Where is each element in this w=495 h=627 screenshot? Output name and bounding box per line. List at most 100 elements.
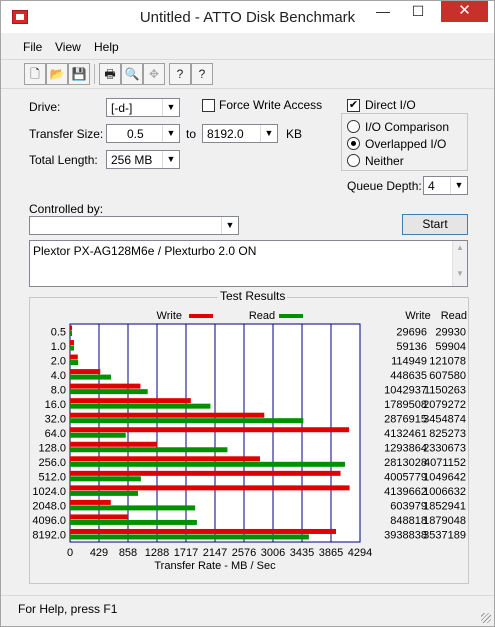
legend-write-label: Write [157,310,182,322]
force-write-access-label: Force Write Access [219,98,323,112]
menu-view[interactable]: View [55,40,81,54]
io-comparison-radio[interactable] [347,120,360,133]
write-bar [70,354,78,360]
write-bar [70,514,128,520]
write-bar [70,383,141,389]
write-value-label: 2813028 [384,457,427,469]
to-label: to [186,127,197,141]
read-value-label: 825273 [429,428,466,440]
x-tick-label: 3435 [290,547,314,559]
read-bar [70,345,75,351]
menu-help[interactable]: Help [94,40,119,54]
read-bar [70,374,112,380]
legend-write-swatch [189,314,213,318]
close-button[interactable]: ✕ [441,1,488,22]
scroll-down-icon[interactable]: ▼ [453,252,467,278]
category-label: 512.0 [38,472,66,484]
read-value-label: 29930 [435,326,466,338]
drive-select[interactable]: [-d-] ▼ [106,98,180,117]
description-textarea[interactable]: Plextor PX-AG128M6e / Plexturbo 2.0 ON ▲… [29,240,468,287]
resize-grip-icon[interactable] [481,613,491,623]
read-bar [70,403,211,409]
write-value-label: 448635 [390,370,427,382]
transfer-size-to-select[interactable]: 8192.0 ▼ [202,124,278,143]
write-value-label: 29696 [396,326,427,338]
x-tick-label: 3006 [261,547,285,559]
overlapped-io-radio[interactable] [347,137,360,150]
menu-file[interactable]: File [23,40,42,54]
x-tick-label: 1288 [145,547,169,559]
status-bar: For Help, press F1 [1,595,494,626]
scroll-up-icon[interactable]: ▲ [453,241,467,252]
x-tick-label: 1717 [174,547,198,559]
read-bar [70,461,345,467]
read-value-label: 1150263 [424,384,466,396]
write-value-label: 603979 [390,501,427,513]
category-label: 8.0 [51,384,66,396]
print-preview-icon[interactable]: 🔍 [121,63,143,85]
write-bar [70,441,158,447]
maximize-button[interactable]: ☐ [404,1,432,22]
context-help-icon[interactable]: ? [191,63,213,85]
start-button[interactable]: Start [402,214,468,235]
drive-label: Drive: [29,100,61,114]
legend-read-swatch [279,314,303,318]
direct-io-checkbox[interactable]: ✔ [347,99,360,112]
new-icon[interactable]: 🗋 [24,63,46,85]
chevron-down-icon: ▼ [260,125,277,142]
description-scrollbar[interactable]: ▲ ▼ [452,241,467,286]
read-value-label: 1006632 [423,486,466,498]
atto-window: Untitled - ATTO Disk Benchmark — ☐ ✕ Fil… [0,0,495,627]
queue-depth-value: 4 [428,179,435,193]
read-value-label: 1049642 [423,472,466,484]
write-value-label: 59136 [396,341,427,353]
minimize-button[interactable]: — [369,1,397,22]
total-length-select[interactable]: 256 MB ▼ [106,150,180,169]
title-bar[interactable]: Untitled - ATTO Disk Benchmark — ☐ ✕ [1,1,494,33]
write-value-label: 1789508 [384,399,427,411]
category-label: 8192.0 [32,530,66,542]
print-icon[interactable]: 🖶 [99,63,121,85]
queue-depth-select[interactable]: 4 ▼ [423,176,468,195]
x-tick-label: 2576 [232,547,256,559]
x-tick-label: 2147 [203,547,227,559]
save-icon[interactable]: 💾 [68,63,90,85]
category-label: 1024.0 [32,486,66,498]
category-label: 4096.0 [32,515,66,527]
read-bar [70,389,148,395]
write-bar [70,427,350,433]
read-bar [70,476,141,482]
overlapped-io-label: Overlapped I/O [365,137,447,151]
total-length-label: Total Length: [29,153,98,167]
write-value-label: 848818 [390,515,427,527]
write-value-label: 1042937 [384,384,427,396]
force-write-access-checkbox[interactable] [202,99,215,112]
transfer-to-value: 8192.0 [207,127,244,141]
write-bar [70,456,260,462]
category-label: 16.0 [45,399,66,411]
write-value-label: 4132461 [384,428,427,440]
transfer-size-from-select[interactable]: 0.5 ▼ [106,124,180,143]
read-value-label: 3454874 [423,413,466,425]
x-axis-title: Transfer Rate - MB / Sec [154,560,276,572]
write-bar [70,398,191,404]
neither-radio[interactable] [347,154,360,167]
read-bar [70,534,309,540]
read-value-label: 3537189 [423,530,466,542]
chevron-down-icon: ▼ [450,177,467,194]
read-value-label: 2330673 [423,443,466,455]
read-bar [70,360,79,366]
category-label: 128.0 [38,443,66,455]
open-icon[interactable]: 📂 [46,63,68,85]
queue-depth-label: Queue Depth: [347,179,422,193]
read-value-label: 1879048 [423,515,466,527]
x-tick-label: 3865 [319,547,343,559]
neither-label: Neither [365,154,404,168]
controlled-by-select[interactable]: ▼ [29,216,239,235]
about-icon[interactable]: ? [169,63,191,85]
write-value-label: 4005779 [384,472,427,484]
chevron-down-icon: ▼ [162,125,179,142]
x-tick-label: 429 [90,547,108,559]
chevron-down-icon: ▼ [221,217,238,234]
read-value-label: 1852941 [423,501,466,513]
